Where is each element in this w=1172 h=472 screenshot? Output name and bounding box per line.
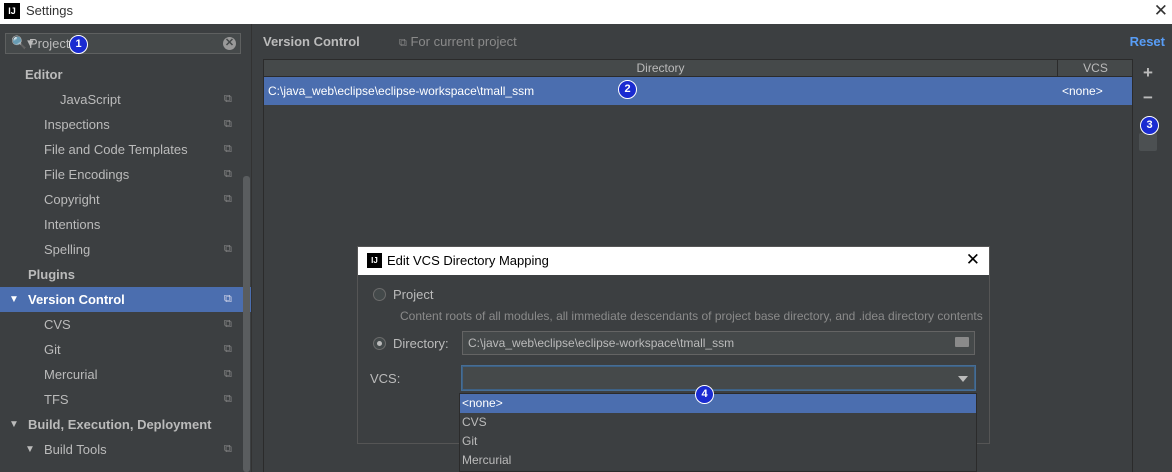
- dropdown-option[interactable]: Mercurial: [460, 451, 976, 470]
- sidebar-item-label: Copyright: [44, 192, 100, 207]
- project-radio[interactable]: [373, 288, 386, 301]
- dialog-close-icon[interactable]: ✕: [966, 250, 980, 270]
- row-directory: C:\java_web\eclipse\eclipse-workspace\tm…: [268, 84, 535, 98]
- edit-mapping-button[interactable]: [1139, 133, 1157, 151]
- sidebar-item-label: Build Tools: [44, 442, 107, 457]
- column-header-vcs[interactable]: VCS: [1057, 60, 1133, 76]
- scope-text: For current project: [410, 34, 517, 49]
- column-header-directory[interactable]: Directory: [264, 60, 1057, 76]
- annotation-badge-1: 1: [69, 35, 88, 54]
- sidebar-item-file-encodings[interactable]: File Encodings ⧉: [0, 162, 251, 187]
- row-vcs: <none>: [1062, 84, 1103, 98]
- annotation-badge-4: 4: [695, 385, 714, 404]
- project-scope-icon: ⧉: [224, 168, 232, 180]
- project-scope-icon: ⧉: [224, 93, 232, 105]
- project-scope-icon: ⧉: [224, 143, 232, 155]
- sidebar-item-mercurial[interactable]: Mercurial ⧉: [0, 362, 251, 387]
- dropdown-option-label: Mercurial: [462, 453, 512, 467]
- window-close-icon[interactable]: ✕: [1154, 0, 1168, 22]
- dropdown-option-label: <none>: [462, 396, 503, 410]
- sidebar-item-label: JavaScript: [60, 92, 121, 107]
- project-scope-icon: ⧉: [224, 368, 232, 380]
- project-scope-icon: ⧉: [224, 243, 232, 255]
- sidebar-item-build-tools[interactable]: ▼ Build Tools ⧉: [0, 437, 251, 462]
- table-row[interactable]: C:\java_web\eclipse\eclipse-workspace\tm…: [264, 77, 1132, 105]
- sidebar-item-label: File and Code Templates: [44, 142, 188, 157]
- annotation-badge-3: 3: [1140, 116, 1159, 135]
- project-scope-icon: ⧉: [224, 393, 232, 405]
- project-scope-icon: ⧉: [224, 193, 232, 205]
- sidebar-item-label: File Encodings: [44, 167, 130, 182]
- clear-search-icon[interactable]: ✕: [223, 37, 236, 50]
- intellij-icon: IJ: [367, 253, 382, 268]
- sidebar-item-copyright[interactable]: Copyright ⧉: [0, 187, 251, 212]
- project-scope-icon: ⧉: [224, 293, 232, 305]
- expand-arrow-icon[interactable]: ▼: [25, 437, 35, 462]
- sidebar-item-javascript[interactable]: JavaScript ⧉: [0, 87, 251, 112]
- project-scope-icon: ⧉: [224, 318, 232, 330]
- project-label: Project: [393, 287, 434, 302]
- annotation-badge-2: 2: [618, 80, 637, 99]
- project-scope-icon: ⧉: [224, 343, 232, 355]
- settings-tree: Editor JavaScript ⧉ Inspections ⧉ File and Co…: [0, 62, 251, 462]
- directory-label: Directory:: [393, 336, 449, 351]
- dropdown-option-label: CVS: [462, 415, 487, 429]
- sidebar-item-label: Git: [44, 342, 61, 357]
- table-header: Directory VCS: [264, 60, 1132, 77]
- sidebar-item-git[interactable]: Git ⧉: [0, 337, 251, 362]
- directory-value: C:\java_web\eclipse\eclipse-workspace\tm…: [468, 336, 735, 350]
- expand-arrow-icon[interactable]: ▼: [9, 287, 19, 312]
- sidebar-item-label: TFS: [44, 392, 69, 407]
- directory-field[interactable]: C:\java_web\eclipse\eclipse-workspace\tm…: [462, 331, 975, 355]
- project-description: Content roots of all modules, all immedi…: [400, 309, 983, 323]
- directory-radio[interactable]: [373, 337, 386, 350]
- sidebar-item-label: Mercurial: [44, 367, 98, 382]
- sidebar-item-editor[interactable]: Editor: [0, 62, 251, 87]
- sidebar-item-label: Version Control: [28, 292, 125, 307]
- window-titlebar: IJ Settings ✕: [0, 0, 1172, 24]
- reset-link[interactable]: Reset: [1130, 34, 1165, 49]
- settings-search-input[interactable]: 🔍▾ Project ✕: [5, 33, 241, 54]
- sidebar-item-inspections[interactable]: Inspections ⧉: [0, 112, 251, 137]
- settings-sidebar: 🔍▾ Project ✕ Editor JavaScript ⧉ Inspection…: [0, 24, 251, 472]
- sidebar-item-intentions[interactable]: Intentions: [0, 212, 251, 237]
- sidebar-scrollbar[interactable]: [243, 176, 250, 472]
- dialog-title: Edit VCS Directory Mapping: [387, 253, 549, 268]
- sidebar-item-spelling[interactable]: Spelling ⧉: [0, 237, 251, 262]
- sidebar-item-version-control[interactable]: ▼ Version Control ⧉: [0, 287, 251, 312]
- vcs-select[interactable]: [462, 366, 975, 390]
- dropdown-option-label: Git: [462, 434, 478, 448]
- vcs-dropdown-list: <none> CVS Git Mercurial: [459, 393, 977, 472]
- sidebar-item-label: Plugins: [28, 267, 75, 282]
- dialog-titlebar: IJ Edit VCS Directory Mapping ✕: [358, 247, 989, 275]
- scope-label: ⧉ For current project: [399, 34, 517, 50]
- project-scope-icon: ⧉: [224, 118, 232, 130]
- sidebar-item-tfs[interactable]: TFS ⧉: [0, 387, 251, 412]
- vcs-label: VCS:: [370, 371, 401, 386]
- search-value: Project: [29, 36, 70, 51]
- add-mapping-button[interactable]: +: [1139, 64, 1157, 82]
- dropdown-option[interactable]: CVS: [460, 413, 976, 432]
- sidebar-item-build-execution-deployment[interactable]: ▼ Build, Execution, Deployment: [0, 412, 251, 437]
- chevron-down-icon[interactable]: [958, 376, 968, 382]
- sidebar-item-label: Editor: [25, 67, 63, 82]
- copy-icon: ⧉: [399, 37, 407, 49]
- dropdown-option[interactable]: Git: [460, 432, 976, 451]
- sidebar-item-label: Intentions: [44, 217, 101, 232]
- intellij-icon: IJ: [4, 3, 20, 19]
- sidebar-item-label: Spelling: [44, 242, 91, 257]
- folder-icon[interactable]: [955, 337, 969, 347]
- remove-mapping-button[interactable]: −: [1139, 89, 1157, 107]
- dropdown-option[interactable]: <none>: [460, 394, 976, 413]
- sidebar-item-label: CVS: [44, 317, 71, 332]
- project-scope-icon: ⧉: [224, 443, 232, 455]
- window-title: Settings: [26, 3, 73, 18]
- sidebar-item-plugins[interactable]: Plugins: [0, 262, 251, 287]
- expand-arrow-icon[interactable]: ▼: [9, 412, 19, 437]
- sidebar-item-file-and-code-templates[interactable]: File and Code Templates ⧉: [0, 137, 251, 162]
- sidebar-item-label: Inspections: [44, 117, 110, 132]
- sidebar-item-cvs[interactable]: CVS ⧉: [0, 312, 251, 337]
- sidebar-item-label: Build, Execution, Deployment: [28, 417, 212, 432]
- page-title: Version Control: [263, 34, 360, 49]
